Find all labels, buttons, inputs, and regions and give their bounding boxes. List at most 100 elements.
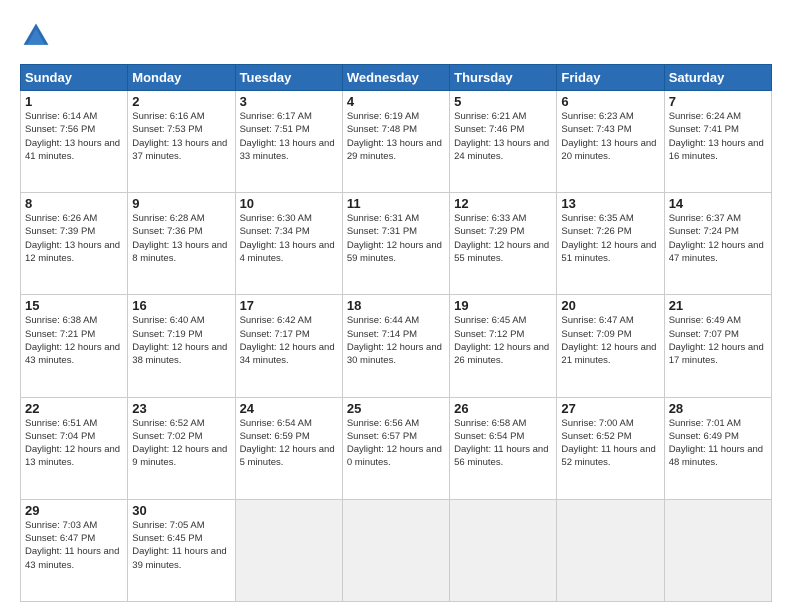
calendar-header-friday: Friday	[557, 65, 664, 91]
calendar-cell: 30 Sunrise: 7:05 AMSunset: 6:45 PMDaylig…	[128, 499, 235, 601]
calendar-cell: 6 Sunrise: 6:23 AMSunset: 7:43 PMDayligh…	[557, 91, 664, 193]
day-info: Sunrise: 6:30 AMSunset: 7:34 PMDaylight:…	[240, 213, 335, 264]
calendar-cell	[342, 499, 449, 601]
calendar-cell: 20 Sunrise: 6:47 AMSunset: 7:09 PMDaylig…	[557, 295, 664, 397]
calendar-header-row: SundayMondayTuesdayWednesdayThursdayFrid…	[21, 65, 772, 91]
calendar-cell: 11 Sunrise: 6:31 AMSunset: 7:31 PMDaylig…	[342, 193, 449, 295]
calendar-cell: 22 Sunrise: 6:51 AMSunset: 7:04 PMDaylig…	[21, 397, 128, 499]
calendar-header-tuesday: Tuesday	[235, 65, 342, 91]
day-number: 9	[132, 196, 230, 211]
day-number: 17	[240, 298, 338, 313]
calendar-cell: 16 Sunrise: 6:40 AMSunset: 7:19 PMDaylig…	[128, 295, 235, 397]
day-info: Sunrise: 6:17 AMSunset: 7:51 PMDaylight:…	[240, 111, 335, 162]
calendar-week-3: 22 Sunrise: 6:51 AMSunset: 7:04 PMDaylig…	[21, 397, 772, 499]
calendar-cell: 9 Sunrise: 6:28 AMSunset: 7:36 PMDayligh…	[128, 193, 235, 295]
calendar-cell: 12 Sunrise: 6:33 AMSunset: 7:29 PMDaylig…	[450, 193, 557, 295]
calendar-cell: 28 Sunrise: 7:01 AMSunset: 6:49 PMDaylig…	[664, 397, 771, 499]
day-info: Sunrise: 6:33 AMSunset: 7:29 PMDaylight:…	[454, 213, 549, 264]
calendar-header-monday: Monday	[128, 65, 235, 91]
calendar-cell: 26 Sunrise: 6:58 AMSunset: 6:54 PMDaylig…	[450, 397, 557, 499]
calendar-cell: 13 Sunrise: 6:35 AMSunset: 7:26 PMDaylig…	[557, 193, 664, 295]
calendar-cell	[557, 499, 664, 601]
day-number: 30	[132, 503, 230, 518]
calendar-cell: 19 Sunrise: 6:45 AMSunset: 7:12 PMDaylig…	[450, 295, 557, 397]
day-info: Sunrise: 6:58 AMSunset: 6:54 PMDaylight:…	[454, 418, 548, 469]
calendar-cell: 21 Sunrise: 6:49 AMSunset: 7:07 PMDaylig…	[664, 295, 771, 397]
calendar-header-wednesday: Wednesday	[342, 65, 449, 91]
day-info: Sunrise: 6:44 AMSunset: 7:14 PMDaylight:…	[347, 315, 442, 366]
day-info: Sunrise: 6:40 AMSunset: 7:19 PMDaylight:…	[132, 315, 227, 366]
day-info: Sunrise: 6:51 AMSunset: 7:04 PMDaylight:…	[25, 418, 120, 469]
day-info: Sunrise: 6:24 AMSunset: 7:41 PMDaylight:…	[669, 111, 764, 162]
day-number: 19	[454, 298, 552, 313]
day-info: Sunrise: 6:35 AMSunset: 7:26 PMDaylight:…	[561, 213, 656, 264]
calendar-cell: 24 Sunrise: 6:54 AMSunset: 6:59 PMDaylig…	[235, 397, 342, 499]
calendar-cell: 3 Sunrise: 6:17 AMSunset: 7:51 PMDayligh…	[235, 91, 342, 193]
calendar-week-2: 15 Sunrise: 6:38 AMSunset: 7:21 PMDaylig…	[21, 295, 772, 397]
day-info: Sunrise: 6:26 AMSunset: 7:39 PMDaylight:…	[25, 213, 120, 264]
day-info: Sunrise: 7:05 AMSunset: 6:45 PMDaylight:…	[132, 520, 226, 571]
day-info: Sunrise: 6:16 AMSunset: 7:53 PMDaylight:…	[132, 111, 227, 162]
calendar-cell: 14 Sunrise: 6:37 AMSunset: 7:24 PMDaylig…	[664, 193, 771, 295]
calendar-cell	[450, 499, 557, 601]
calendar-cell: 4 Sunrise: 6:19 AMSunset: 7:48 PMDayligh…	[342, 91, 449, 193]
calendar-cell: 7 Sunrise: 6:24 AMSunset: 7:41 PMDayligh…	[664, 91, 771, 193]
day-info: Sunrise: 6:56 AMSunset: 6:57 PMDaylight:…	[347, 418, 442, 469]
day-number: 5	[454, 94, 552, 109]
calendar-week-0: 1 Sunrise: 6:14 AMSunset: 7:56 PMDayligh…	[21, 91, 772, 193]
calendar-header-thursday: Thursday	[450, 65, 557, 91]
day-info: Sunrise: 6:14 AMSunset: 7:56 PMDaylight:…	[25, 111, 120, 162]
day-info: Sunrise: 7:01 AMSunset: 6:49 PMDaylight:…	[669, 418, 763, 469]
day-number: 15	[25, 298, 123, 313]
day-info: Sunrise: 6:49 AMSunset: 7:07 PMDaylight:…	[669, 315, 764, 366]
day-number: 26	[454, 401, 552, 416]
day-number: 11	[347, 196, 445, 211]
day-number: 7	[669, 94, 767, 109]
day-number: 2	[132, 94, 230, 109]
calendar-cell: 5 Sunrise: 6:21 AMSunset: 7:46 PMDayligh…	[450, 91, 557, 193]
day-number: 3	[240, 94, 338, 109]
calendar-cell	[664, 499, 771, 601]
day-number: 20	[561, 298, 659, 313]
day-info: Sunrise: 6:52 AMSunset: 7:02 PMDaylight:…	[132, 418, 227, 469]
day-number: 4	[347, 94, 445, 109]
day-number: 10	[240, 196, 338, 211]
day-info: Sunrise: 6:45 AMSunset: 7:12 PMDaylight:…	[454, 315, 549, 366]
day-number: 16	[132, 298, 230, 313]
calendar-cell: 29 Sunrise: 7:03 AMSunset: 6:47 PMDaylig…	[21, 499, 128, 601]
calendar-cell	[235, 499, 342, 601]
calendar-header-saturday: Saturday	[664, 65, 771, 91]
day-info: Sunrise: 6:19 AMSunset: 7:48 PMDaylight:…	[347, 111, 442, 162]
calendar-cell: 25 Sunrise: 6:56 AMSunset: 6:57 PMDaylig…	[342, 397, 449, 499]
day-info: Sunrise: 6:38 AMSunset: 7:21 PMDaylight:…	[25, 315, 120, 366]
calendar-week-4: 29 Sunrise: 7:03 AMSunset: 6:47 PMDaylig…	[21, 499, 772, 601]
day-number: 18	[347, 298, 445, 313]
day-number: 12	[454, 196, 552, 211]
day-number: 29	[25, 503, 123, 518]
header	[20, 20, 772, 52]
calendar-cell: 8 Sunrise: 6:26 AMSunset: 7:39 PMDayligh…	[21, 193, 128, 295]
logo-icon	[20, 20, 52, 52]
day-number: 23	[132, 401, 230, 416]
day-info: Sunrise: 6:42 AMSunset: 7:17 PMDaylight:…	[240, 315, 335, 366]
day-number: 1	[25, 94, 123, 109]
calendar-cell: 2 Sunrise: 6:16 AMSunset: 7:53 PMDayligh…	[128, 91, 235, 193]
day-info: Sunrise: 6:37 AMSunset: 7:24 PMDaylight:…	[669, 213, 764, 264]
day-number: 27	[561, 401, 659, 416]
calendar-cell: 10 Sunrise: 6:30 AMSunset: 7:34 PMDaylig…	[235, 193, 342, 295]
calendar-cell: 1 Sunrise: 6:14 AMSunset: 7:56 PMDayligh…	[21, 91, 128, 193]
day-number: 28	[669, 401, 767, 416]
day-number: 6	[561, 94, 659, 109]
day-number: 14	[669, 196, 767, 211]
day-info: Sunrise: 6:31 AMSunset: 7:31 PMDaylight:…	[347, 213, 442, 264]
calendar-cell: 23 Sunrise: 6:52 AMSunset: 7:02 PMDaylig…	[128, 397, 235, 499]
day-info: Sunrise: 6:54 AMSunset: 6:59 PMDaylight:…	[240, 418, 335, 469]
day-info: Sunrise: 7:00 AMSunset: 6:52 PMDaylight:…	[561, 418, 655, 469]
day-number: 22	[25, 401, 123, 416]
day-info: Sunrise: 6:23 AMSunset: 7:43 PMDaylight:…	[561, 111, 656, 162]
day-number: 13	[561, 196, 659, 211]
day-info: Sunrise: 6:28 AMSunset: 7:36 PMDaylight:…	[132, 213, 227, 264]
day-info: Sunrise: 6:47 AMSunset: 7:09 PMDaylight:…	[561, 315, 656, 366]
day-number: 24	[240, 401, 338, 416]
calendar-cell: 15 Sunrise: 6:38 AMSunset: 7:21 PMDaylig…	[21, 295, 128, 397]
